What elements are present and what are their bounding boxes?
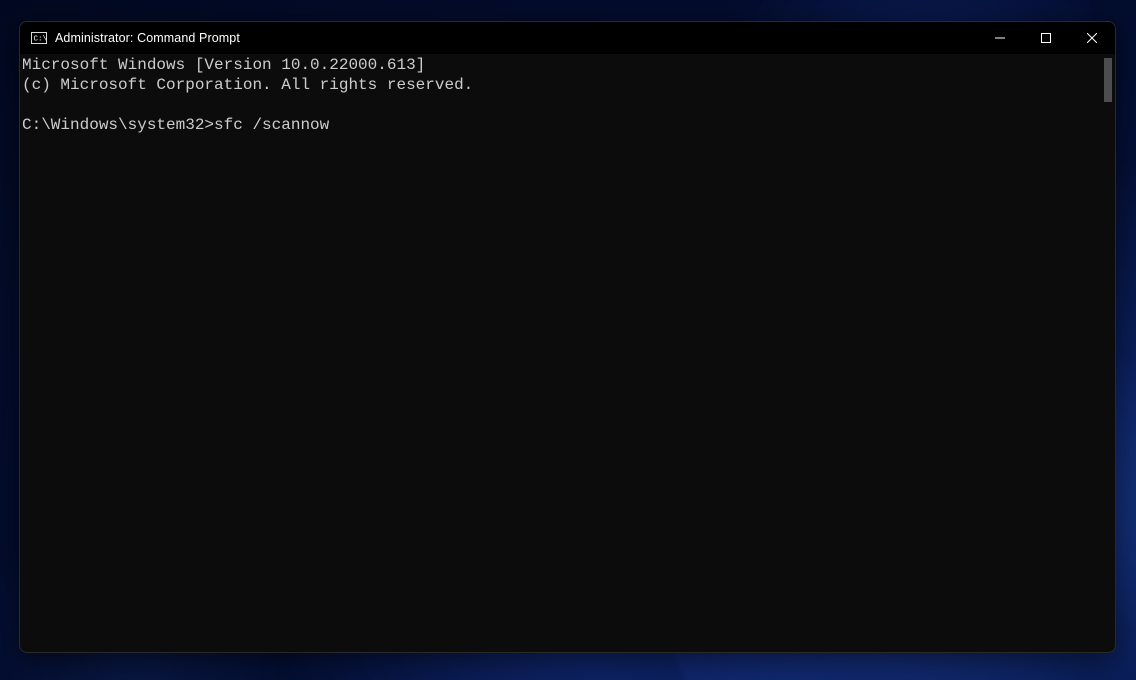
scrollbar-thumb[interactable]	[1104, 58, 1112, 102]
titlebar[interactable]: C:\ Administrator: Command Prompt	[20, 22, 1115, 54]
copyright-line: (c) Microsoft Corporation. All rights re…	[22, 76, 473, 94]
svg-text:C:\: C:\	[34, 36, 48, 44]
terminal-body[interactable]: Microsoft Windows [Version 10.0.22000.61…	[20, 54, 1115, 652]
terminal-output: Microsoft Windows [Version 10.0.22000.61…	[20, 54, 1102, 652]
minimize-button[interactable]	[977, 22, 1023, 54]
cmd-icon: C:\	[31, 30, 47, 46]
prompt: C:\Windows\system32>	[22, 116, 214, 134]
vertical-scrollbar[interactable]	[1102, 54, 1114, 652]
close-button[interactable]	[1069, 22, 1115, 54]
command-input[interactable]: sfc /scannow	[214, 116, 329, 134]
maximize-button[interactable]	[1023, 22, 1069, 54]
version-line: Microsoft Windows [Version 10.0.22000.61…	[22, 56, 425, 74]
command-prompt-window: C:\ Administrator: Command Prompt Micros…	[19, 21, 1116, 653]
window-title: Administrator: Command Prompt	[55, 31, 977, 45]
window-controls	[977, 22, 1115, 54]
